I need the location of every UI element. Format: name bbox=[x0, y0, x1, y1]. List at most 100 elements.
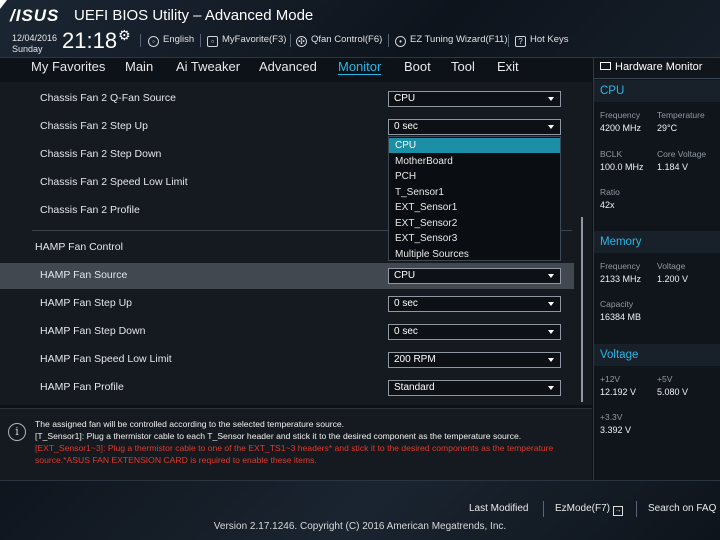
ratio-label: Ratio bbox=[600, 187, 620, 197]
tab-advanced[interactable]: Advanced bbox=[259, 59, 317, 74]
cpu-frequency-value: 4200 MHz bbox=[600, 123, 642, 133]
v33-value: 3.392 V bbox=[600, 425, 632, 435]
dropdown-option[interactable]: EXT_Sensor1 bbox=[389, 200, 560, 215]
dropdown-option[interactable]: PCH bbox=[389, 169, 560, 184]
setting-row[interactable]: HAMP Fan Speed Low Limit 200 RPM bbox=[0, 347, 574, 373]
setting-row[interactable]: HAMP Fan Profile Standard bbox=[0, 375, 574, 401]
hardware-monitor-label: Hardware Monitor bbox=[615, 61, 703, 73]
dropdown-option[interactable]: EXT_Sensor3 bbox=[389, 231, 560, 246]
tab-main[interactable]: Main bbox=[125, 59, 153, 74]
date-display: 12/04/2016 Sunday bbox=[12, 33, 57, 55]
hamp-fan-speed-low-limit-select[interactable]: 200 RPM bbox=[388, 352, 561, 368]
hamp-fan-step-up-select[interactable]: 0 sec bbox=[388, 296, 561, 312]
cpu-temperature-label: Temperature bbox=[657, 110, 705, 120]
mouse-cursor-icon bbox=[0, 0, 7, 9]
ez-tuning-wizard-button[interactable]: • EZ Tuning Wizard(F11) bbox=[395, 34, 508, 47]
monitor-icon bbox=[600, 62, 611, 70]
exit-arrow-icon: → bbox=[613, 506, 624, 516]
v12-label: +12V bbox=[600, 374, 621, 384]
ez-tuning-wizard-label: EZ Tuning Wizard(F11) bbox=[410, 34, 508, 45]
chevron-down-icon bbox=[548, 330, 554, 334]
help-text: [T_Sensor1]: Plug a thermistor cable to … bbox=[35, 431, 522, 441]
divider bbox=[594, 78, 720, 79]
help-text: The assigned fan will be controlled acco… bbox=[35, 419, 345, 429]
fan-icon: ✣ bbox=[296, 36, 307, 47]
select-value: 0 sec bbox=[394, 298, 418, 309]
globe-icon: ◦ bbox=[148, 36, 159, 47]
hamp-fan-source-select[interactable]: CPU bbox=[388, 268, 561, 284]
hot-keys-button[interactable]: ? Hot Keys bbox=[515, 34, 569, 47]
dropdown-option[interactable]: MotherBoard bbox=[389, 154, 560, 169]
select-value: 0 sec bbox=[394, 121, 418, 132]
setting-label: HAMP Fan Step Up bbox=[40, 297, 133, 309]
hardware-monitor-title: Hardware Monitor bbox=[600, 61, 702, 73]
bclk-label: BCLK bbox=[600, 149, 623, 159]
tab-boot[interactable]: Boot bbox=[404, 59, 431, 74]
chevron-down-icon bbox=[548, 386, 554, 390]
v5-label: +5V bbox=[657, 374, 673, 384]
bclk-value: 100.0 MHz bbox=[600, 162, 644, 172]
divider bbox=[290, 34, 291, 47]
divider bbox=[140, 34, 141, 47]
tab-my-favorites[interactable]: My Favorites bbox=[31, 59, 105, 74]
select-value: 0 sec bbox=[394, 326, 418, 337]
app-title: UEFI BIOS Utility – Advanced Mode bbox=[74, 7, 314, 24]
divider bbox=[636, 501, 637, 517]
last-modified-button[interactable]: Last Modified bbox=[469, 503, 528, 514]
tab-tool[interactable]: Tool bbox=[451, 59, 475, 74]
tab-exit[interactable]: Exit bbox=[497, 59, 519, 74]
setting-label: HAMP Fan Step Down bbox=[40, 325, 146, 337]
ezmode-label: EzMode(F7) bbox=[555, 503, 611, 514]
asus-logo: /ISUS bbox=[10, 6, 60, 25]
chevron-down-icon bbox=[548, 358, 554, 362]
title-bar: /ISUS UEFI BIOS Utility – Advanced Mode … bbox=[0, 0, 720, 58]
select-value: Standard bbox=[394, 382, 435, 393]
chassis-fan2-source-select[interactable]: CPU bbox=[388, 91, 561, 107]
hamp-section-title: HAMP Fan Control bbox=[35, 241, 123, 253]
setting-label: HAMP Fan Speed Low Limit bbox=[40, 353, 172, 365]
dropdown-option[interactable]: EXT_Sensor2 bbox=[389, 216, 560, 231]
ratio-value: 42x bbox=[600, 200, 615, 210]
memory-voltage-label: Voltage bbox=[657, 261, 686, 271]
language-button[interactable]: ◦ English bbox=[148, 34, 194, 47]
memory-heading: Memory bbox=[600, 236, 642, 248]
voltage-heading: Voltage bbox=[600, 349, 639, 361]
memory-voltage-value: 1.200 V bbox=[657, 274, 689, 284]
chassis-fan2-step-up-select[interactable]: 0 sec bbox=[388, 119, 561, 135]
dropdown-option[interactable]: T_Sensor1 bbox=[389, 185, 560, 200]
setting-row[interactable]: Chassis Fan 2 Q-Fan Source CPU bbox=[0, 86, 574, 112]
qfan-control-button[interactable]: ✣ Qfan Control(F6) bbox=[296, 34, 382, 47]
dropdown-option[interactable]: Multiple Sources bbox=[389, 247, 560, 262]
help-text-warning: [EXT_Sensor1~3]: Plug a thermistor cable… bbox=[35, 443, 554, 453]
qfan-control-label: Qfan Control(F6) bbox=[311, 34, 383, 45]
setting-row-selected[interactable]: HAMP Fan Source CPU bbox=[0, 263, 574, 289]
setting-row[interactable]: HAMP Fan Step Down 0 sec bbox=[0, 319, 574, 345]
setting-label: Chassis Fan 2 Step Up bbox=[40, 120, 148, 132]
search-faq-button[interactable]: Search on FAQ bbox=[648, 503, 716, 514]
language-label: English bbox=[163, 34, 195, 45]
hot-keys-label: Hot Keys bbox=[530, 34, 569, 45]
select-value: CPU bbox=[394, 270, 416, 281]
gear-icon[interactable]: ⚙ bbox=[118, 27, 131, 44]
setting-label: HAMP Fan Profile bbox=[40, 381, 124, 393]
divider bbox=[543, 501, 544, 517]
help-info-box: i The assigned fan will be controlled ac… bbox=[0, 408, 592, 480]
divider bbox=[508, 34, 509, 47]
myfavorite-button[interactable]: ▫ MyFavorite(F3) bbox=[207, 34, 286, 47]
chevron-down-icon bbox=[548, 302, 554, 306]
hamp-fan-profile-select[interactable]: Standard bbox=[388, 380, 561, 396]
dropdown-option[interactable]: CPU bbox=[389, 138, 560, 153]
tab-monitor[interactable]: Monitor bbox=[338, 59, 382, 75]
ezmode-button[interactable]: EzMode(F7) → bbox=[555, 503, 624, 516]
tab-ai-tweaker[interactable]: Ai Tweaker bbox=[176, 59, 240, 74]
clock-time: 21:18 bbox=[62, 28, 118, 53]
core-voltage-value: 1.184 V bbox=[657, 162, 689, 172]
scrollbar[interactable] bbox=[581, 217, 583, 402]
setting-label: Chassis Fan 2 Speed Low Limit bbox=[40, 176, 188, 188]
setting-label: Chassis Fan 2 Q-Fan Source bbox=[40, 92, 176, 104]
setting-row[interactable]: HAMP Fan Step Up 0 sec bbox=[0, 291, 574, 317]
hamp-fan-step-down-select[interactable]: 0 sec bbox=[388, 324, 561, 340]
memory-frequency-value: 2133 MHz bbox=[600, 274, 642, 284]
chevron-down-icon bbox=[548, 125, 554, 129]
memory-capacity-label: Capacity bbox=[600, 299, 634, 309]
